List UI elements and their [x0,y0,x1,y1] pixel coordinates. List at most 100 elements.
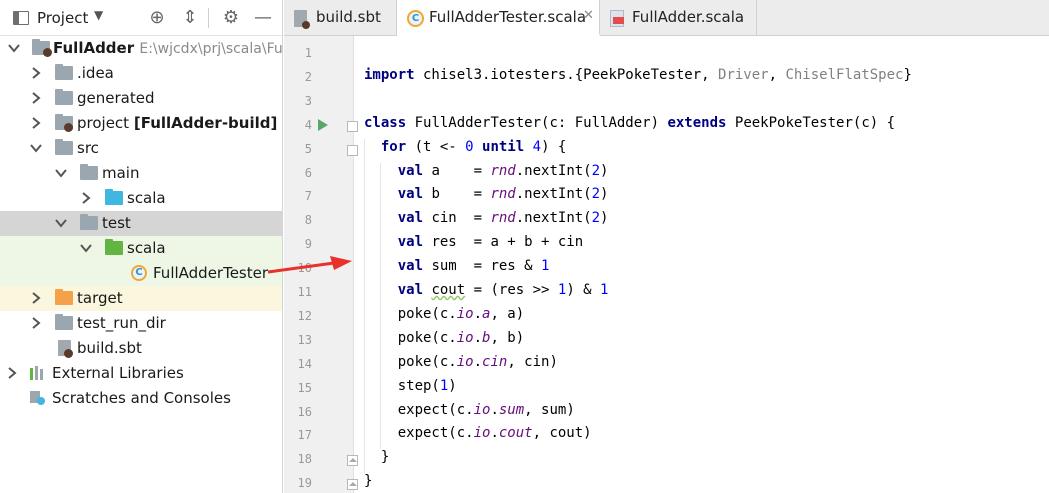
test-folder-icon [105,239,123,255]
tree-item-label: project [FullAdder-build] sour [77,114,278,132]
tab-label: build.sbt [316,8,381,26]
hide-panel-icon[interactable]: — [252,7,274,29]
chevron-right-icon[interactable] [30,67,42,79]
line-number[interactable]: 18 [284,452,312,466]
line-number[interactable]: 11 [284,285,312,299]
collapse-all-icon[interactable]: ⇕ [179,7,201,29]
chevron-right-icon[interactable] [30,92,42,104]
fold-marker-icon[interactable] [347,479,358,491]
tree-item-project[interactable]: project [FullAdder-build] sour [0,111,282,136]
chevron-right-icon[interactable] [30,317,42,329]
code-line[interactable]: for (t <- 0 until 4) { [364,139,567,163]
code-line[interactable]: val cout = (res >> 1) & 1 [364,282,609,306]
tree-item-label: src [77,139,99,157]
tree-item-build-sbt[interactable]: build.sbt [0,336,282,361]
line-number[interactable]: 3 [284,94,312,108]
code-line[interactable]: step(1) [364,378,457,402]
tab-label: FullAdder.scala [632,8,745,26]
tree-item-external-libraries[interactable]: External Libraries [0,361,282,386]
chevron-down-icon[interactable] [55,167,67,179]
folder-icon [55,89,73,105]
tree-item-main[interactable]: main [0,161,282,186]
line-number[interactable]: 19 [284,476,312,490]
chevron-down-icon[interactable] [8,42,20,54]
tree-item-main-scala[interactable]: scala [0,186,282,211]
tree-item-target[interactable]: target [0,286,282,311]
line-number[interactable]: 14 [284,357,312,371]
tab-build-sbt[interactable]: build.sbt [284,0,397,35]
line-number[interactable]: 2 [284,70,312,84]
code-line[interactable]: poke(c.io.cin, cin) [364,354,558,378]
code-line[interactable]: poke(c.io.a, a) [364,306,524,330]
line-number[interactable]: 4 [284,118,312,132]
code-line[interactable]: val b = rnd.nextInt(2) [364,186,609,210]
tab-fulladder-scala[interactable]: FullAdder.scala [600,0,757,35]
tree-item-generated[interactable]: generated [0,86,282,111]
source-folder-icon [105,189,123,205]
code-line[interactable]: } [364,473,372,493]
scratches-icon [29,390,47,406]
line-number[interactable]: 6 [284,166,312,180]
line-number[interactable]: 1 [284,46,312,60]
line-number[interactable]: 12 [284,309,312,323]
line-number[interactable]: 16 [284,405,312,419]
chevron-down-icon[interactable] [30,142,42,154]
line-number[interactable]: 17 [284,428,312,442]
line-number[interactable]: 9 [284,237,312,251]
code-line[interactable]: val sum = res & 1 [364,258,550,282]
fold-marker-icon[interactable] [347,120,358,132]
tree-item-test-run-dir[interactable]: test_run_dir [0,311,282,336]
run-gutter-icon[interactable] [318,118,328,131]
tree-item-label: Scratches and Consoles [52,389,231,407]
line-number[interactable]: 15 [284,381,312,395]
tree-item-label: generated [77,89,155,107]
editor-tab-bar: build.sbt C FullAdderTester.scala ✕ Full… [284,0,1049,36]
gear-icon[interactable]: ⚙ [220,7,242,29]
folder-icon [55,314,73,330]
tree-item-fulladdertester[interactable]: C FullAdderTester [0,261,282,286]
close-icon[interactable]: ✕ [583,8,594,23]
code-line[interactable]: class FullAdderTester(c: FullAdder) exte… [364,115,895,139]
scala-class-icon: C [131,265,147,281]
chevron-down-icon[interactable] [80,242,92,254]
chevron-right-icon[interactable] [80,192,92,204]
tab-fulladdertester-scala[interactable]: C FullAdderTester.scala ✕ [397,0,600,36]
folder-icon [80,164,98,180]
code-line[interactable]: poke(c.io.b, b) [364,330,524,354]
module-folder-icon [55,114,73,132]
tree-item-scratches[interactable]: Scratches and Consoles [0,386,282,411]
fold-marker-icon[interactable] [347,455,358,467]
chevron-down-icon[interactable] [55,217,67,229]
code-line[interactable]: import chisel3.iotesters.{PeekPokeTester… [364,67,912,91]
chevron-down-icon[interactable]: ▼ [94,8,103,22]
project-view-selector[interactable]: Project [37,9,88,27]
code-editor[interactable]: import chisel3.iotesters.{PeekPokeTester… [364,36,1049,493]
sbt-file-icon [294,10,310,29]
line-number[interactable]: 7 [284,189,312,203]
tree-item-test[interactable]: test [0,211,282,236]
code-line[interactable]: } [364,449,389,473]
tree-item-idea[interactable]: .idea [0,61,282,86]
chevron-right-icon[interactable] [30,292,42,304]
line-number[interactable]: 5 [284,142,312,156]
fold-marker-icon[interactable] [347,144,358,156]
line-number[interactable]: 13 [284,333,312,347]
code-line[interactable]: val cin = rnd.nextInt(2) [364,210,609,234]
chevron-right-icon[interactable] [6,367,18,379]
tab-label: FullAdderTester.scala [429,8,587,26]
tree-item-label: FullAdderTester [153,264,269,282]
tree-item-src[interactable]: src [0,136,282,161]
chevron-right-icon[interactable] [30,117,42,129]
tree-item-test-scala[interactable]: scala [0,236,282,261]
scala-class-icon: C [407,10,424,27]
line-number[interactable]: 8 [284,213,312,227]
code-line[interactable]: val a = rnd.nextInt(2) [364,163,609,187]
code-line[interactable]: expect(c.io.cout, cout) [364,425,592,449]
tree-item-label: build.sbt [77,339,142,357]
code-line[interactable]: val res = a + b + cin [364,234,583,258]
annotation-arrow [268,256,352,274]
locate-file-icon[interactable]: ⊕ [146,7,168,29]
scala-file-icon [610,10,624,27]
code-line[interactable]: expect(c.io.sum, sum) [364,402,575,426]
tree-item-fulladder[interactable]: FullAdder E:\wjcdx\prj\scala\FullA [0,36,282,61]
